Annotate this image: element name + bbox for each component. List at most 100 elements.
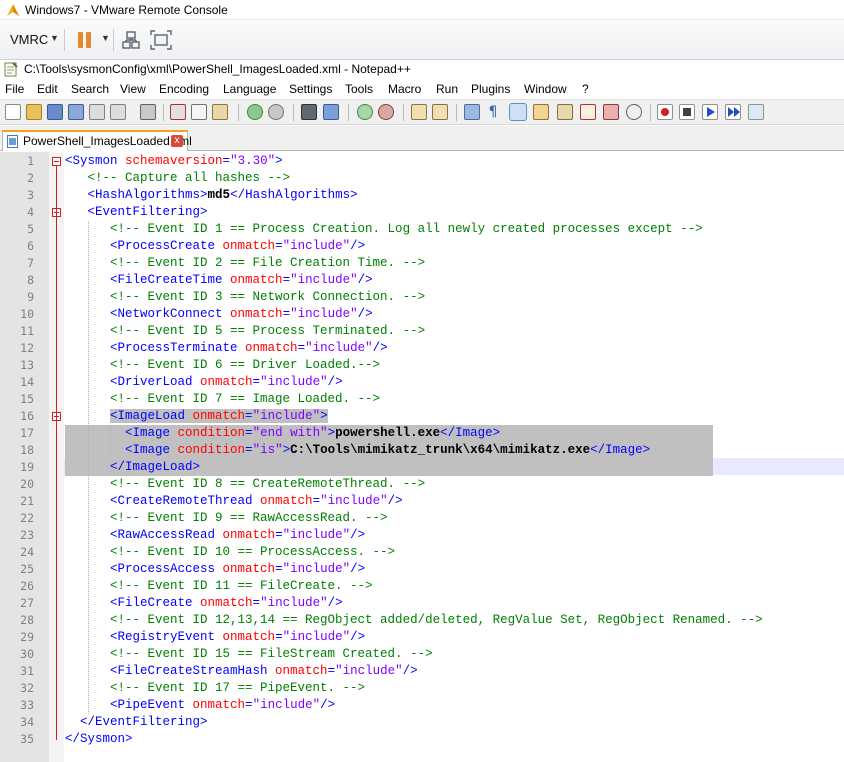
show-all-characters-icon[interactable]: ¶: [485, 104, 501, 120]
chevron-down-icon[interactable]: ▼: [50, 33, 59, 43]
code-line[interactable]: <!-- Event ID 15 == FileStream Created. …: [65, 646, 433, 663]
code-line[interactable]: <PipeEvent onmatch="include"/>: [65, 697, 335, 714]
code-line[interactable]: </Sysmon>: [65, 731, 133, 748]
menu-language[interactable]: Language: [223, 82, 276, 96]
new-file-icon[interactable]: [5, 104, 21, 120]
code-line[interactable]: <FileCreateTime onmatch="include"/>: [65, 272, 373, 289]
code-line[interactable]: <!-- Event ID 11 == FileCreate. -->: [65, 578, 373, 595]
define-language-icon[interactable]: [533, 104, 549, 120]
code-line[interactable]: <!-- Event ID 9 == RawAccessRead. -->: [65, 510, 388, 527]
code-line[interactable]: <!-- Capture all hashes -->: [65, 170, 291, 187]
run-macro-multiple-icon[interactable]: [725, 104, 741, 120]
indent-guide-icon[interactable]: [509, 103, 527, 121]
code-token: =: [275, 239, 283, 253]
code-line[interactable]: <Image condition="is">C:\Tools\mimikatz_…: [65, 442, 713, 459]
stop-macro-icon[interactable]: [679, 104, 695, 120]
code-token: "include": [282, 239, 351, 253]
menu-plugins[interactable]: Plugins: [471, 82, 510, 96]
close-file-icon[interactable]: [89, 104, 105, 120]
code-line[interactable]: <!-- Event ID 10 == ProcessAccess. -->: [65, 544, 395, 561]
menu-run[interactable]: Run: [436, 82, 458, 96]
menu-file[interactable]: File: [5, 82, 24, 96]
code-line[interactable]: <NetworkConnect onmatch="include"/>: [65, 306, 373, 323]
code-line[interactable]: <!-- Event ID 5 == Process Terminated. -…: [65, 323, 425, 340]
code-token: =: [245, 698, 253, 712]
print-icon[interactable]: [140, 104, 156, 120]
save-all-icon[interactable]: [68, 104, 84, 120]
fullscreen-icon[interactable]: [150, 30, 172, 50]
code-line[interactable]: <!-- Event ID 8 == CreateRemoteThread. -…: [65, 476, 425, 493]
code-line[interactable]: <!-- Event ID 6 == Driver Loaded.-->: [65, 357, 380, 374]
code-line[interactable]: <EventFiltering>: [65, 204, 208, 221]
menu-tools[interactable]: Tools: [345, 82, 373, 96]
replace-icon[interactable]: [323, 104, 339, 120]
save-icon[interactable]: [47, 104, 63, 120]
function-list-icon[interactable]: [580, 104, 596, 120]
code-line[interactable]: <!-- Event ID 2 == File Creation Time. -…: [65, 255, 425, 272]
window-title: Windows7 - VMware Remote Console: [25, 3, 228, 17]
code-token: />: [350, 239, 366, 253]
code-token: <ProcessCreate: [110, 239, 223, 253]
menu-window[interactable]: Window: [524, 82, 567, 96]
code-line[interactable]: </ImageLoad>: [65, 459, 713, 476]
find-icon[interactable]: [301, 104, 317, 120]
pause-icon[interactable]: [76, 31, 94, 49]
monitoring-eye-icon[interactable]: [626, 104, 642, 120]
code-line[interactable]: <!-- Event ID 7 == Image Loaded. -->: [65, 391, 380, 408]
save-macro-icon[interactable]: [748, 104, 764, 120]
record-macro-icon[interactable]: [657, 104, 673, 120]
folder-workspace-icon[interactable]: [603, 104, 619, 120]
notepadpp-icon: [4, 62, 18, 77]
zoom-in-icon[interactable]: [357, 104, 373, 120]
redo-icon[interactable]: [268, 104, 284, 120]
vmrc-menu-button[interactable]: VMRC: [10, 32, 48, 47]
menu-macro[interactable]: Macro: [388, 82, 421, 96]
document-map-icon[interactable]: [557, 104, 573, 120]
menu-help[interactable]: ?: [582, 82, 589, 96]
menu-edit[interactable]: Edit: [37, 82, 58, 96]
close-icon[interactable]: x: [171, 135, 183, 147]
code-text: <Image condition="end with">powershell.e…: [65, 426, 500, 440]
code-line[interactable]: <Sysmon schemaversion="3.30">: [65, 153, 283, 170]
code-editor[interactable]: <Sysmon schemaversion="3.30"> <!-- Captu…: [0, 152, 844, 762]
fold-toggle-icon[interactable]: [52, 157, 61, 166]
word-wrap-icon[interactable]: [464, 104, 480, 120]
sync-vertical-icon[interactable]: [411, 104, 427, 120]
code-line[interactable]: <DriverLoad onmatch="include"/>: [65, 374, 343, 391]
code-line[interactable]: <!-- Event ID 3 == Network Connection. -…: [65, 289, 425, 306]
sync-horizontal-icon[interactable]: [432, 104, 448, 120]
code-line[interactable]: </EventFiltering>: [65, 714, 208, 731]
code-line[interactable]: <Image condition="end with">powershell.e…: [65, 425, 713, 442]
line-number: 33: [20, 698, 34, 712]
menu-view[interactable]: View: [120, 82, 146, 96]
code-line[interactable]: <ImageLoad onmatch="include">: [65, 408, 328, 425]
copy-icon[interactable]: [191, 104, 207, 120]
code-token: />: [320, 698, 336, 712]
menu-search[interactable]: Search: [71, 82, 109, 96]
tab-powershell-imagesloaded[interactable]: PowerShell_ImagesLoaded.xml x: [2, 130, 192, 151]
close-all-icon[interactable]: [110, 104, 126, 120]
undo-icon[interactable]: [247, 104, 263, 120]
network-devices-icon[interactable]: [121, 30, 141, 50]
chevron-down-icon[interactable]: ▼: [101, 33, 110, 43]
code-line[interactable]: <ProcessTerminate onmatch="include"/>: [65, 340, 388, 357]
code-line[interactable]: <!-- Event ID 1 == Process Creation. Log…: [65, 221, 703, 238]
code-line[interactable]: <FileCreate onmatch="include"/>: [65, 595, 343, 612]
menu-settings[interactable]: Settings: [289, 82, 332, 96]
paste-icon[interactable]: [212, 104, 228, 120]
vmware-logo-icon: [7, 4, 19, 16]
zoom-out-icon[interactable]: [378, 104, 394, 120]
open-file-icon[interactable]: [26, 104, 42, 120]
code-line[interactable]: <HashAlgorithms>md5</HashAlgorithms>: [65, 187, 358, 204]
play-macro-icon[interactable]: [702, 104, 718, 120]
code-line[interactable]: <CreateRemoteThread onmatch="include"/>: [65, 493, 403, 510]
code-line[interactable]: <!-- Event ID 17 == PipeEvent. -->: [65, 680, 365, 697]
code-line[interactable]: <RegistryEvent onmatch="include"/>: [65, 629, 365, 646]
code-line[interactable]: <FileCreateStreamHash onmatch="include"/…: [65, 663, 418, 680]
code-line[interactable]: <ProcessCreate onmatch="include"/>: [65, 238, 365, 255]
cut-icon[interactable]: [170, 104, 186, 120]
code-line[interactable]: <!-- Event ID 12,13,14 == RegObject adde…: [65, 612, 763, 629]
code-line[interactable]: <ProcessAccess onmatch="include"/>: [65, 561, 365, 578]
code-line[interactable]: <RawAccessRead onmatch="include"/>: [65, 527, 365, 544]
menu-encoding[interactable]: Encoding: [159, 82, 209, 96]
